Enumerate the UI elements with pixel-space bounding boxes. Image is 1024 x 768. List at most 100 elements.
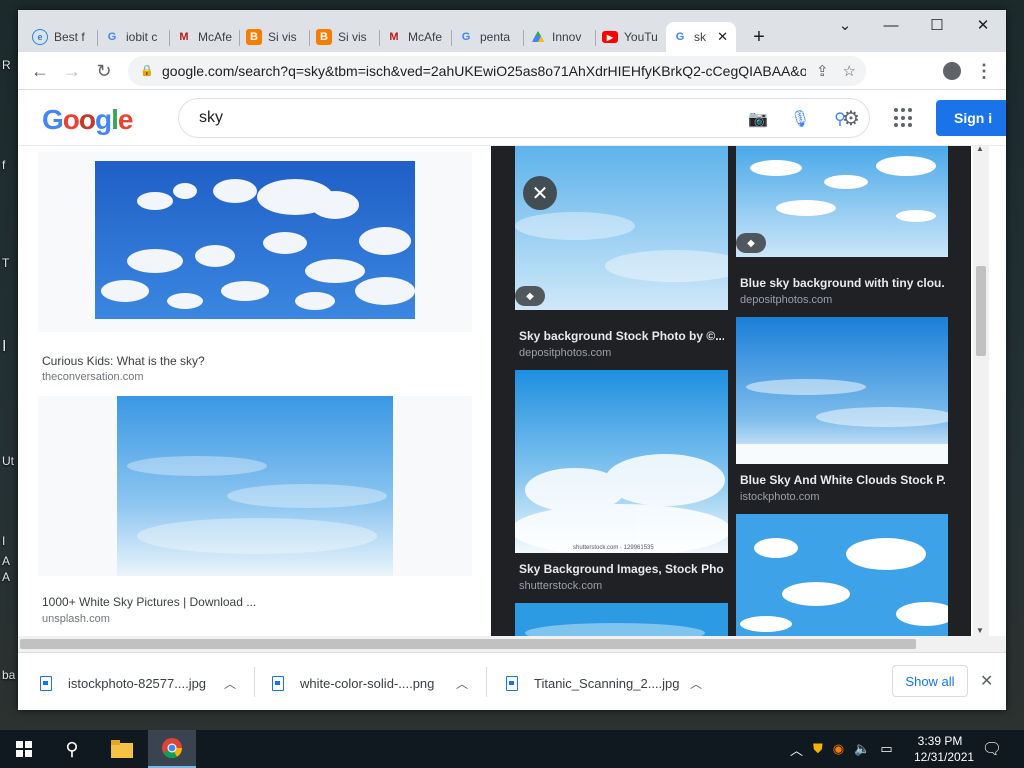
chrome-taskbar-icon[interactable] [148,730,196,768]
mcafee-icon: M [179,31,189,43]
system-clock[interactable]: 3:39 PM 12/31/2021 [914,733,975,765]
minimize-button[interactable]: — [868,10,914,40]
vertical-scrollbar[interactable]: ▲ ▼ [973,146,989,636]
download-item[interactable]: Titanic_Scanning_2....jpg [506,665,680,701]
back-button[interactable]: ← [26,57,54,85]
panel-image-tile[interactable]: shutterstock.com · 129961535 [515,370,728,553]
close-window-button[interactable]: ✕ [960,10,1006,40]
tag-icon[interactable]: ◆ [736,233,766,253]
scrollbar-thumb[interactable] [20,639,916,649]
tab-label: Si vis [268,30,297,44]
tab-active[interactable]: G sk ✕ [666,22,736,52]
result-image-card[interactable] [38,152,472,332]
file-explorer-icon[interactable] [98,730,146,768]
profile-icon[interactable] [938,57,966,85]
image-preview-panel: ✕ ◆ Sky background Stock Photo by ©... d… [491,146,971,636]
tab-search-icon[interactable]: ⌄ [822,10,868,40]
rss-icon[interactable]: ◉ [833,741,844,757]
security-shield-icon[interactable]: ⛊ [813,741,823,757]
desktop-icon-label[interactable]: I [2,534,5,548]
windows-start-icon[interactable] [0,730,48,768]
search-icon[interactable]: ⚲ [48,730,96,768]
desktop-icon-label[interactable]: ba [2,668,15,682]
download-item[interactable]: istockphoto-82577....jpg [40,665,206,701]
desktop-icon-label[interactable]: f [2,158,5,172]
panel-result-title[interactable]: Blue Sky And White Clouds Stock P... [740,473,945,487]
tab[interactable]: M McAfe [170,22,240,52]
microphone-icon[interactable]: 🎙 [789,108,811,130]
reload-button[interactable]: ↻ [90,57,118,85]
sign-in-button[interactable]: Sign i [936,100,1006,136]
google-icon: G [107,31,117,43]
camera-icon[interactable]: 📷 [747,108,769,130]
gear-icon[interactable]: ⚙ [840,107,862,130]
panel-image-tile[interactable] [736,146,948,257]
result-source[interactable]: unsplash.com [42,613,110,625]
tab[interactable]: G iobit c [98,22,170,52]
google-logo[interactable]: Google [42,104,133,136]
system-tray: ︿ ⛊ ◉ 🔈 ▭ [790,730,893,768]
panel-result-title[interactable]: Sky Background Images, Stock Pho... [519,562,724,576]
close-tab-icon[interactable]: ✕ [717,29,728,45]
network-icon[interactable]: ▭ [880,741,892,757]
panel-image-tile[interactable] [736,317,948,464]
tag-icon[interactable]: ◆ [515,286,545,306]
desktop-icon-label[interactable]: A [2,570,10,584]
tab[interactable]: G penta [452,22,524,52]
new-tab-button[interactable]: + [744,22,774,52]
light-sky-image[interactable] [117,396,393,576]
panel-result-source[interactable]: depositphotos.com [740,294,832,306]
volume-muted-icon[interactable]: 🔈 [854,741,870,757]
panel-result-title[interactable]: Sky background Stock Photo by ©... [519,329,724,343]
desktop-icon-label[interactable]: A [2,554,10,568]
maximize-button[interactable]: ☐ [914,10,960,40]
chevron-up-icon[interactable]: ︿ [690,675,702,692]
panel-image-tile[interactable] [736,514,948,636]
chrome-menu-icon[interactable]: ⋮ [970,57,998,85]
tab[interactable]: B Si vis [240,22,310,52]
share-icon[interactable]: ⇪ [816,62,829,80]
result-source[interactable]: theconversation.com [42,371,144,383]
panel-image-tile[interactable] [515,603,728,636]
chevron-up-icon[interactable]: ︿ [790,740,803,759]
panel-result-source[interactable]: shutterstock.com [519,580,602,592]
tab[interactable]: Innov [524,22,596,52]
desktop-icon-label[interactable]: R [2,58,11,72]
notifications-icon[interactable]: 🗨 [972,730,1012,768]
tab[interactable]: e Best f [26,22,98,52]
chevron-up-icon[interactable]: ︿ [224,675,236,692]
desktop-icon-label[interactable]: T [2,256,9,270]
result-image-card[interactable] [38,396,472,576]
chevron-up-icon[interactable]: ︿ [456,675,468,692]
close-preview-button[interactable]: ✕ [523,176,557,210]
result-title[interactable]: Curious Kids: What is the sky? [42,354,205,368]
panel-image-tile[interactable] [515,146,728,310]
horizontal-scrollbar[interactable] [18,636,1006,652]
panel-result-source[interactable]: istockphoto.com [740,491,819,503]
panel-result-source[interactable]: depositphotos.com [519,347,611,359]
download-item[interactable]: white-color-solid-....png [272,665,434,701]
google-icon: G [675,31,685,43]
desktop-icon-label[interactable]: Ut [2,454,14,468]
tab[interactable]: ▶ YouTu [596,22,666,52]
scroll-down-icon[interactable]: ▼ [976,626,984,635]
panel-result-title[interactable]: Blue sky background with tiny clou... [740,276,945,290]
apps-grid-icon[interactable] [894,108,914,128]
close-downloads-icon[interactable]: ✕ [980,671,993,691]
bookmark-star-icon[interactable]: ☆ [843,62,856,80]
result-title[interactable]: 1000+ White Sky Pictures | Download ... [42,595,256,609]
clock-date: 12/31/2021 [914,750,975,764]
tab[interactable]: M McAfe [380,22,452,52]
divider [486,667,487,697]
scroll-up-icon[interactable]: ▲ [976,146,984,153]
search-input[interactable]: sky 📷 🎙 ⚲ [178,98,870,138]
search-query: sky [199,109,223,126]
scrollbar-thumb[interactable] [976,266,986,356]
forward-button[interactable]: → [58,57,86,85]
address-bar[interactable]: 🔒 google.com/search?q=sky&tbm=isch&ved=2… [128,56,866,86]
image-file-icon [272,675,284,691]
tab[interactable]: B Si vis [310,22,380,52]
desktop-icon-label[interactable]: I [2,338,6,356]
show-all-button[interactable]: Show all [892,665,968,697]
sky-clouds-image[interactable] [95,161,415,319]
